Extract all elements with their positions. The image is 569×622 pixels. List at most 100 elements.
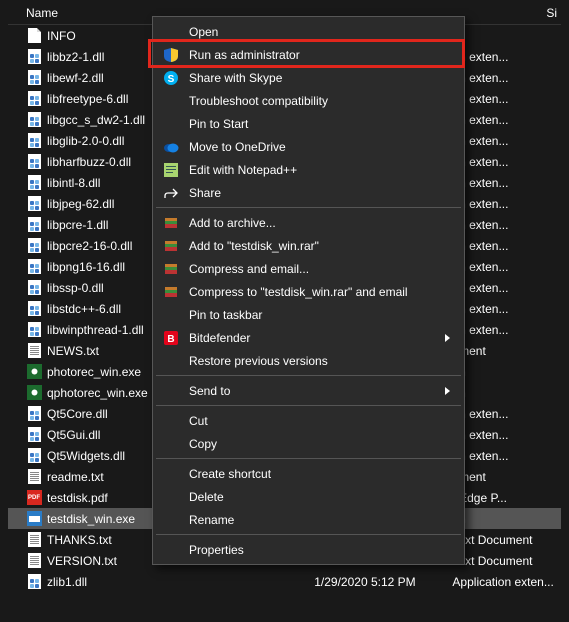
file-name: libewf-2.dll [47,71,104,85]
menu-item-edit-with-notepad[interactable]: Edit with Notepad++ [155,158,462,181]
file-type: on [452,386,561,400]
file-type: on exten... [452,218,561,232]
file-type: on exten... [452,197,561,211]
dll-icon [26,259,42,275]
column-header-size[interactable]: Si [546,6,561,20]
text-file-icon [26,469,42,485]
menu-item-properties[interactable]: Properties [155,538,462,561]
submenu-arrow-icon [445,387,450,395]
dll-icon [26,427,42,443]
file-type: on exten... [452,302,561,316]
menu-item-share[interactable]: Share [155,181,462,204]
menu-item-compress-to-testdisk-win-rar-and-email[interactable]: Compress to "testdisk_win.rar" and email [155,280,462,303]
blank-icon [161,512,181,528]
menu-item-compress-and-email[interactable]: Compress and email... [155,257,462,280]
file-type: ument [452,344,561,358]
text-file-icon [26,532,42,548]
menu-item-label: Compress and email... [189,262,432,276]
file-type: on exten... [452,428,561,442]
menu-item-rename[interactable]: Rename [155,508,462,531]
file-type: ument [452,470,561,484]
menu-item-run-as-administrator[interactable]: Run as administrator [155,43,462,66]
notepadpp-icon [161,162,181,178]
file-name: libglib-2.0-0.dll [47,134,124,148]
dll-icon [26,322,42,338]
file-type: on exten... [452,134,561,148]
file-type: on exten... [452,113,561,127]
application-icon [26,364,42,380]
menu-item-open[interactable]: Open [155,20,462,43]
file-type: on exten... [452,281,561,295]
menu-item-label: Share [189,186,432,200]
menu-item-share-with-skype[interactable]: S Share with Skype [155,66,462,89]
file-name: testdisk.pdf [47,491,108,505]
menu-separator [156,405,461,406]
menu-item-troubleshoot-compatibility[interactable]: Troubleshoot compatibility [155,89,462,112]
menu-item-copy[interactable]: Copy [155,432,462,455]
menu-separator [156,207,461,208]
text-file-icon [26,553,42,569]
blank-icon [161,413,181,429]
file-name: zlib1.dll [47,575,87,589]
file-row[interactable]: zlib1.dll1/29/2020 5:12 PMApplication ex… [8,571,561,592]
blank-icon [161,93,181,109]
file-name: Qt5Widgets.dll [47,449,125,463]
file-type: t Edge P... [452,491,561,505]
file-type: Text Document [452,554,561,568]
file-type: Application exten... [452,575,561,589]
dll-icon [26,112,42,128]
dll-icon [26,70,42,86]
menu-separator [156,375,461,376]
file-type: on exten... [452,92,561,106]
menu-item-add-to-testdisk-win-rar[interactable]: Add to "testdisk_win.rar" [155,234,462,257]
dll-icon [26,574,42,590]
menu-item-pin-to-start[interactable]: Pin to Start [155,112,462,135]
menu-item-bitdefender[interactable]: B Bitdefender [155,326,462,349]
menu-item-label: Delete [189,490,432,504]
blank-icon [161,307,181,323]
file-name: readme.txt [47,470,104,484]
file-name: libwinpthread-1.dll [47,323,144,337]
menu-item-restore-previous-versions[interactable]: Restore previous versions [155,349,462,372]
file-name: photorec_win.exe [47,365,141,379]
menu-item-delete[interactable]: Delete [155,485,462,508]
menu-item-label: Compress to "testdisk_win.rar" and email [189,285,432,299]
menu-item-cut[interactable]: Cut [155,409,462,432]
file-name: qphotorec_win.exe [47,386,148,400]
blank-icon [161,489,181,505]
menu-item-label: Move to OneDrive [189,140,432,154]
svg-text:B: B [167,334,174,345]
file-name: libintl-8.dll [47,176,100,190]
menu-item-label: Send to [189,384,432,398]
dll-icon [26,301,42,317]
dll-icon [26,196,42,212]
menu-item-create-shortcut[interactable]: Create shortcut [155,462,462,485]
file-name: INFO [47,29,76,43]
file-name: libjpeg-62.dll [47,197,114,211]
menu-item-label: Cut [189,414,432,428]
file-name: libgcc_s_dw2-1.dll [47,113,145,127]
skype-icon: S [161,70,181,86]
menu-item-label: Copy [189,437,432,451]
menu-item-label: Add to archive... [189,216,432,230]
menu-item-send-to[interactable]: Send to [155,379,462,402]
menu-item-label: Bitdefender [189,331,432,345]
file-name: libpng16-16.dll [47,260,125,274]
blank-icon [161,116,181,132]
winrar-icon [161,284,181,300]
dll-icon [26,448,42,464]
context-menu: OpenRun as administrator S Share with Skyp… [152,16,465,565]
file-type: on exten... [452,50,561,64]
file-name: libpcre2-16-0.dll [47,239,132,253]
menu-item-add-to-archive[interactable]: Add to archive... [155,211,462,234]
menu-item-pin-to-taskbar[interactable]: Pin to taskbar [155,303,462,326]
file-type: on exten... [452,239,561,253]
shield-icon [161,47,181,63]
menu-item-label: Pin to taskbar [189,308,432,322]
file-name: libstdc++-6.dll [47,302,121,316]
menu-item-move-to-onedrive[interactable]: Move to OneDrive [155,135,462,158]
svg-text:S: S [168,74,175,85]
menu-item-label: Share with Skype [189,71,432,85]
menu-item-label: Create shortcut [189,467,432,481]
dll-icon [26,91,42,107]
